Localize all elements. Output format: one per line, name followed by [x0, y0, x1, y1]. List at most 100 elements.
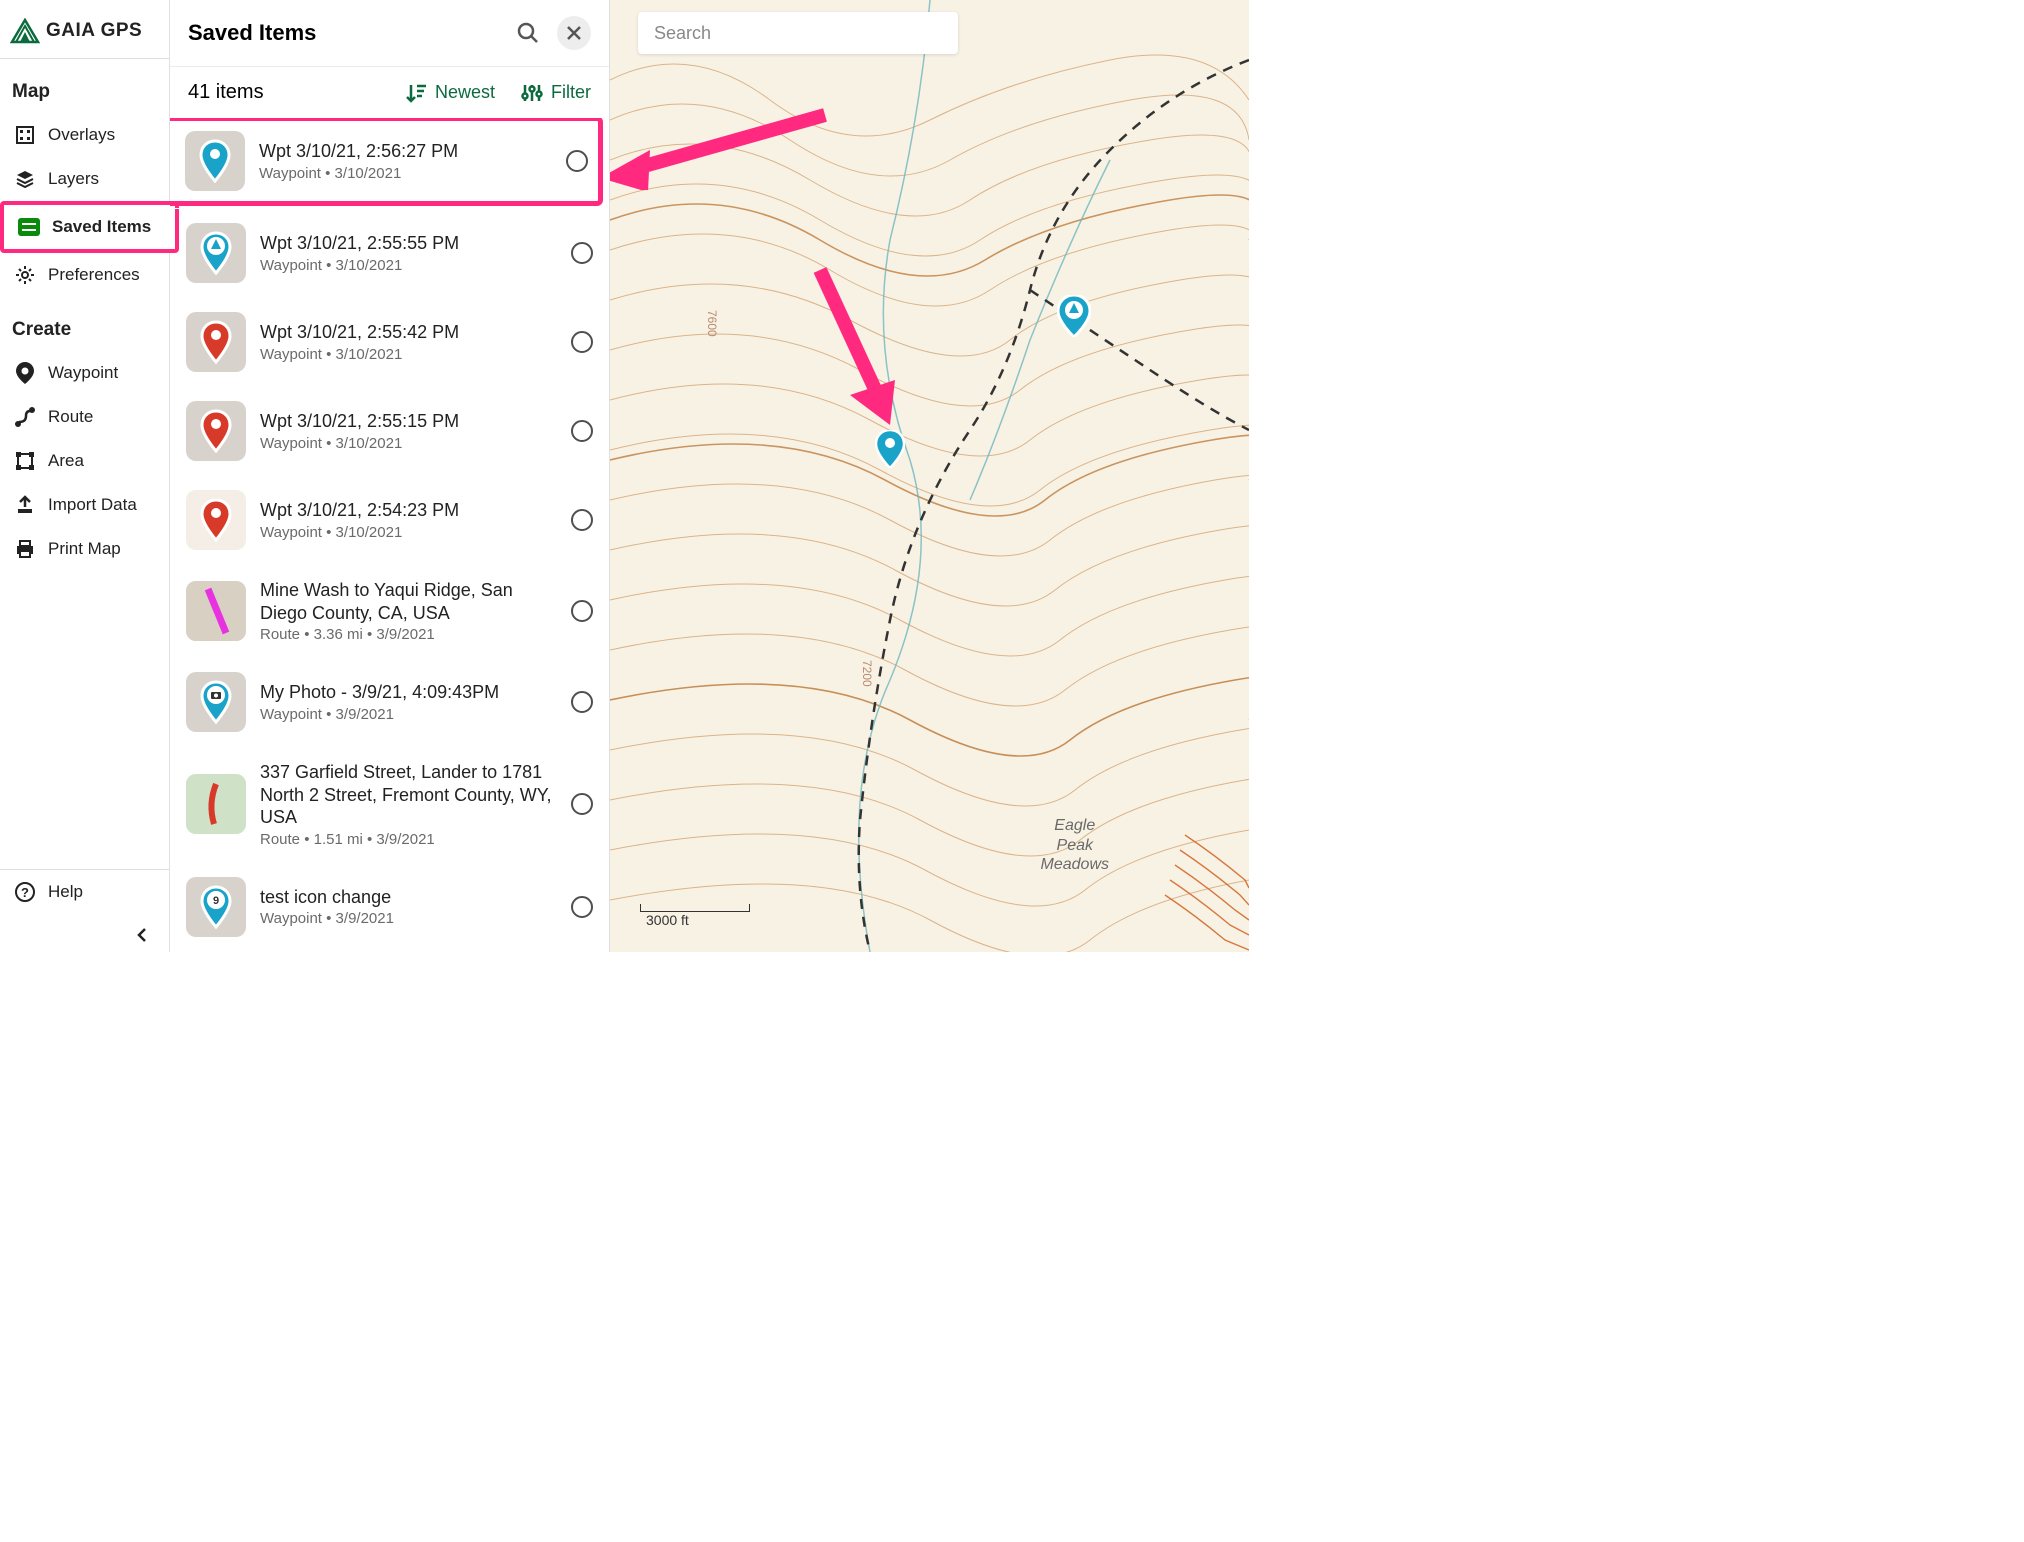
- list-item[interactable]: Wpt 3/10/21, 2:54:23 PM Waypoint • 3/10/2…: [170, 475, 609, 564]
- section-header-map: Map: [0, 59, 169, 113]
- map-waypoint-pin[interactable]: [875, 430, 907, 470]
- area-icon: [14, 450, 36, 472]
- list-item[interactable]: Wpt 3/10/21, 2:55:55 PMWaypoint • 3/10/2…: [170, 208, 609, 297]
- nav-label: Area: [48, 451, 84, 471]
- nav-label: Layers: [48, 169, 99, 189]
- map-viewport[interactable]: 7600 7200 Eagle Peak Meadows 3000 ft: [610, 0, 1249, 952]
- nav-label: Help: [48, 882, 83, 902]
- item-subtitle: Waypoint • 3/10/2021: [260, 524, 557, 541]
- annotation-arrow-to-list: [610, 100, 830, 190]
- map-place-label: Eagle Peak Meadows: [1041, 816, 1109, 874]
- item-subtitle: Waypoint • 3/10/2021: [260, 346, 557, 363]
- nav-import-data[interactable]: Import Data: [0, 483, 169, 527]
- brand-text: GAIA GPS: [46, 20, 142, 42]
- map-waypoint-tree[interactable]: [1057, 295, 1089, 335]
- item-subtitle: Route • 1.51 mi • 3/9/2021: [260, 831, 557, 848]
- map-search-input[interactable]: [638, 12, 958, 54]
- item-select-radio[interactable]: [571, 420, 593, 442]
- filter-button[interactable]: Filter: [521, 82, 591, 104]
- nav-preferences[interactable]: Preferences: [0, 253, 169, 297]
- item-title: Wpt 3/10/21, 2:55:15 PM: [260, 410, 557, 433]
- saved-items-icon: [18, 216, 40, 238]
- waypoint-icon: [14, 362, 36, 384]
- nav-overlays[interactable]: Overlays: [0, 113, 169, 157]
- list-item[interactable]: Wpt 3/10/21, 2:55:42 PM Waypoint • 3/10/2…: [170, 297, 609, 386]
- sort-label: Newest: [435, 82, 495, 103]
- item-select-radio[interactable]: [571, 896, 593, 918]
- item-subtitle: Route • 3.36 mi • 3/9/2021: [260, 626, 557, 643]
- gaia-logo-icon: [10, 18, 40, 44]
- nav-label: Preferences: [48, 265, 140, 285]
- item-subtitle: Waypoint • 3/9/2021: [260, 910, 557, 927]
- item-select-radio[interactable]: [571, 691, 593, 713]
- saved-items-panel: Saved Items 41 items Newest Filter Wpt 3…: [170, 0, 610, 952]
- list-item[interactable]: Wpt 3/10/21, 2:55:15 PM Waypoint • 3/10/2…: [170, 386, 609, 475]
- help-icon: ?: [14, 881, 36, 903]
- nav-layers[interactable]: Layers: [0, 157, 169, 201]
- item-select-radio[interactable]: [571, 793, 593, 815]
- import-icon: [14, 494, 36, 516]
- item-subtitle: Waypoint • 3/10/2021: [259, 165, 552, 182]
- panel-search-button[interactable]: [511, 16, 545, 50]
- sort-icon: [405, 82, 427, 104]
- item-title: Mine Wash to Yaqui Ridge, San Diego Coun…: [260, 579, 557, 624]
- list-item[interactable]: 9test icon changeWaypoint • 3/9/2021: [170, 862, 609, 951]
- section-header-create: Create: [0, 297, 169, 351]
- item-thumbnail: [186, 774, 246, 834]
- item-thumbnail: [186, 581, 246, 641]
- annotation-arrow-to-map-pin: [790, 250, 910, 430]
- list-item[interactable]: Mine Wash to Yaqui Ridge, San Diego Coun…: [170, 564, 609, 657]
- nav-label: Route: [48, 407, 93, 427]
- nav-area[interactable]: Area: [0, 439, 169, 483]
- contour-label: 7200: [860, 660, 874, 687]
- nav-waypoint[interactable]: Waypoint: [0, 351, 169, 395]
- item-subtitle: Waypoint • 3/10/2021: [260, 257, 557, 274]
- filter-label: Filter: [551, 82, 591, 103]
- nav-label: Import Data: [48, 495, 137, 515]
- list-item[interactable]: Wpt 3/10/21, 2:56:27 PMWaypoint • 3/10/2…: [170, 118, 603, 206]
- item-title: Wpt 3/10/21, 2:55:42 PM: [260, 321, 557, 344]
- item-select-radio[interactable]: [571, 331, 593, 353]
- item-thumbnail: [185, 131, 245, 191]
- chevron-left-icon: [135, 928, 149, 942]
- item-title: 337 Garfield Street, Lander to 1781 Nort…: [260, 761, 557, 829]
- nav-route[interactable]: Route: [0, 395, 169, 439]
- list-item[interactable]: 337 Garfield Street, Lander to 1781 Nort…: [170, 746, 609, 862]
- collapse-sidebar-button[interactable]: [0, 914, 169, 952]
- filter-icon: [521, 82, 543, 104]
- item-select-radio[interactable]: [566, 150, 588, 172]
- item-subtitle: Waypoint • 3/9/2021: [260, 706, 557, 723]
- item-select-radio[interactable]: [571, 600, 593, 622]
- svg-text:?: ?: [21, 885, 29, 900]
- item-count: 41 items: [188, 81, 379, 104]
- item-title: Wpt 3/10/21, 2:54:23 PM: [260, 499, 557, 522]
- brand-logo[interactable]: GAIA GPS: [0, 0, 169, 59]
- item-thumbnail: [186, 223, 246, 283]
- item-thumbnail: 9: [186, 877, 246, 937]
- contour-label: 7600: [705, 310, 719, 337]
- print-icon: [14, 538, 36, 560]
- list-item[interactable]: My Photo - 3/9/21, 4:09:43PMWaypoint • 3…: [170, 657, 609, 746]
- nav-label: Saved Items: [52, 217, 151, 237]
- nav-help[interactable]: ? Help: [0, 870, 169, 914]
- route-icon: [14, 406, 36, 428]
- item-thumbnail: [186, 401, 246, 461]
- search-icon: [517, 22, 539, 44]
- panel-close-button[interactable]: [557, 16, 591, 50]
- item-subtitle: Waypoint • 3/10/2021: [260, 435, 557, 452]
- layers-icon: [14, 168, 36, 190]
- panel-title: Saved Items: [188, 20, 499, 46]
- item-select-radio[interactable]: [571, 509, 593, 531]
- nav-label: Waypoint: [48, 363, 118, 383]
- nav-print-map[interactable]: Print Map: [0, 527, 169, 571]
- gear-icon: [14, 264, 36, 286]
- nav-label: Overlays: [48, 125, 115, 145]
- item-thumbnail: [186, 490, 246, 550]
- item-thumbnail: [186, 312, 246, 372]
- item-select-radio[interactable]: [571, 242, 593, 264]
- sort-button[interactable]: Newest: [405, 82, 495, 104]
- items-list[interactable]: Wpt 3/10/21, 2:56:27 PMWaypoint • 3/10/2…: [170, 118, 609, 952]
- nav-saved-items[interactable]: Saved Items: [0, 201, 179, 253]
- close-icon: [566, 25, 582, 41]
- item-thumbnail: [186, 672, 246, 732]
